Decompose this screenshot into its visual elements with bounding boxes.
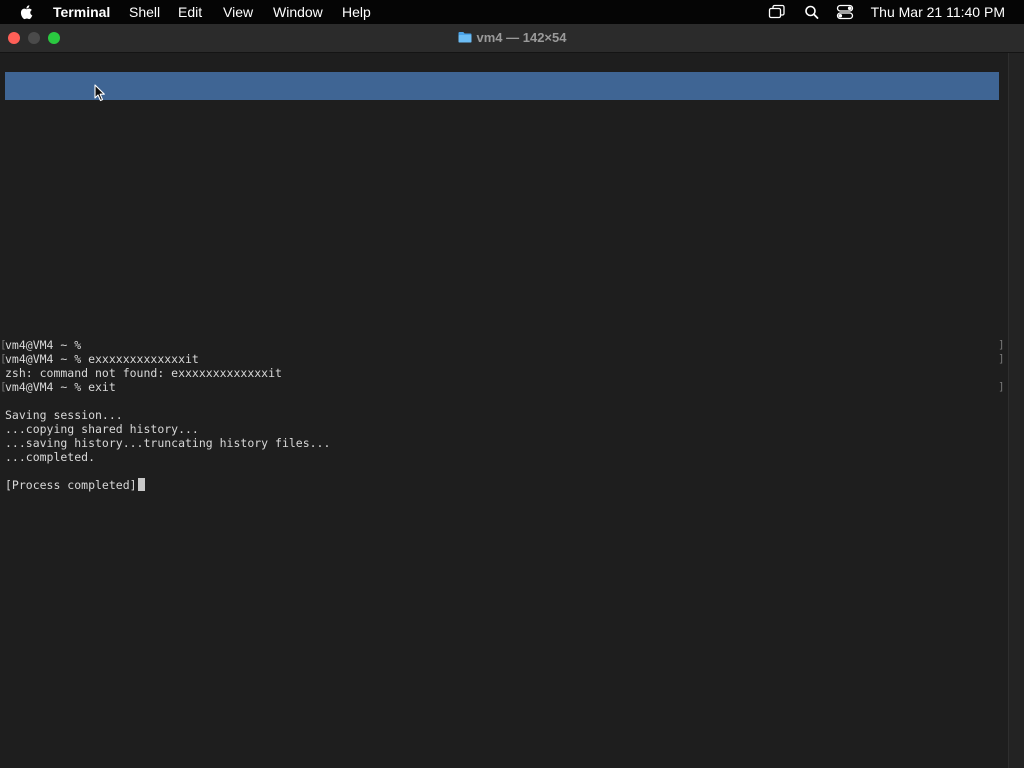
menu-edit[interactable]: Edit [178,4,202,20]
window-title-text: vm4 — 142×54 [476,30,567,45]
terminal-line: vm4@VM4 ~ % exxxxxxxxxxxxxit [5,352,199,366]
screen-mirroring-icon[interactable] [768,4,786,20]
terminal-last-line: [Process completed] [5,478,145,492]
prompt-mark-right: ] [998,338,1005,351]
prompt-mark-right: ] [998,380,1005,393]
folder-icon [458,32,471,43]
selection-highlight[interactable] [5,72,999,100]
terminal-line: Saving session... [5,408,123,422]
window-title: vm4 — 142×54 [0,30,1024,46]
terminal-line: vm4@VM4 ~ % [5,338,89,352]
menu-shell[interactable]: Shell [129,4,160,20]
menu-help[interactable]: Help [342,4,371,20]
text-cursor [137,478,145,491]
terminal-line: ...saving history...truncating history f… [5,436,331,450]
terminal-content[interactable] [0,53,1008,768]
mouse-pointer-icon [94,84,105,102]
menu-window[interactable]: Window [273,4,323,20]
menu-bar: Terminal Shell Edit View Window Help Thu… [0,0,1024,24]
terminal-line: vm4@VM4 ~ % exit [5,380,116,394]
menu-app-terminal[interactable]: Terminal [53,4,110,20]
apple-logo-icon[interactable] [18,3,36,21]
vertical-scrollbar[interactable] [1008,53,1024,768]
prompt-mark-left: [ [0,352,7,365]
search-icon[interactable] [803,4,821,20]
prompt-mark-left: [ [0,338,7,351]
menu-bar-clock[interactable]: Thu Mar 21 11:40 PM [871,4,1005,20]
terminal-line: [Process completed] [5,478,137,492]
terminal-line: ...completed. [5,450,96,464]
terminal-line: ...copying shared history... [5,422,199,436]
prompt-mark-right: ] [998,352,1005,365]
menu-view[interactable]: View [223,4,253,20]
control-center-icon[interactable] [836,4,854,20]
prompt-mark-left: [ [0,380,7,393]
terminal-line: zsh: command not found: exxxxxxxxxxxxxit [5,366,282,380]
